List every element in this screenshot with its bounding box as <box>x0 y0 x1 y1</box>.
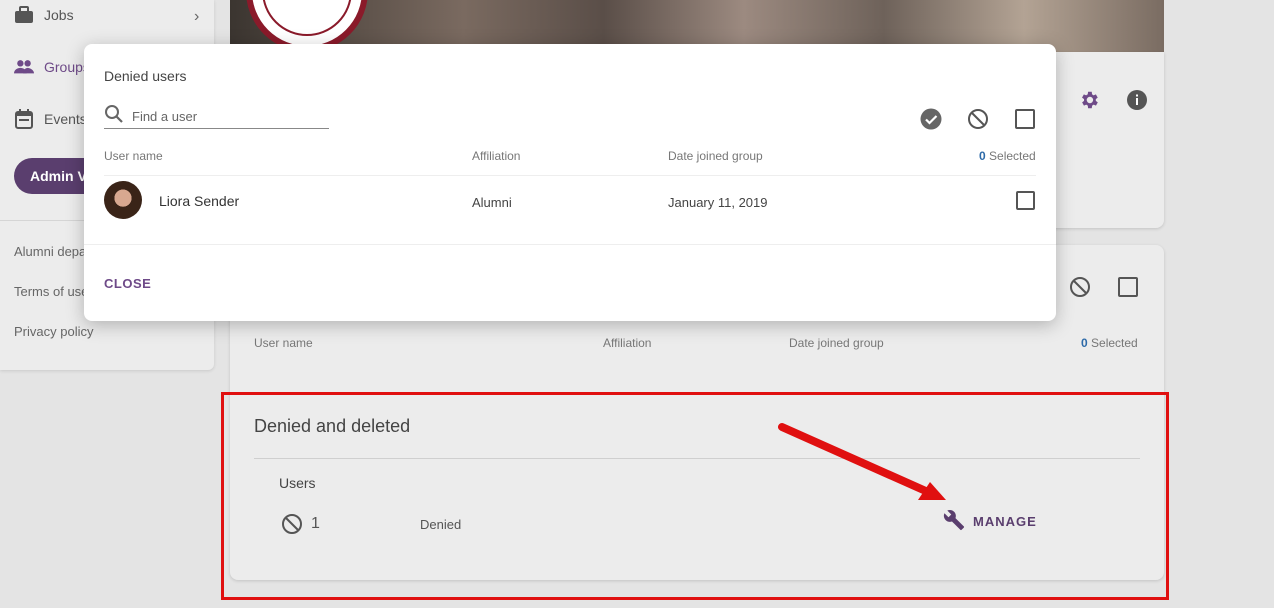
user-date-joined: January 11, 2019 <box>668 195 768 210</box>
select-all-checkbox[interactable] <box>1014 108 1036 130</box>
header-divider <box>104 175 1036 176</box>
column-header-date-joined: Date joined group <box>668 149 763 163</box>
deny-icon[interactable] <box>967 108 989 130</box>
close-button[interactable]: CLOSE <box>104 276 151 291</box>
search-field[interactable] <box>104 105 329 129</box>
user-name[interactable]: Liora Sender <box>159 193 239 209</box>
column-header-affiliation: Affiliation <box>472 149 521 163</box>
highlight-box <box>221 392 1169 600</box>
row-checkbox[interactable] <box>1016 191 1035 210</box>
column-header-user-name: User name <box>104 149 163 163</box>
search-input[interactable] <box>132 109 312 124</box>
denied-users-dialog: Denied users User name Affiliation Date … <box>84 44 1056 321</box>
search-icon <box>104 104 124 129</box>
approve-icon[interactable] <box>920 108 942 130</box>
user-affiliation: Alumni <box>472 195 512 210</box>
footer-divider <box>84 244 1056 245</box>
selected-count: 0 Selected <box>979 149 1036 163</box>
avatar <box>104 181 142 219</box>
dialog-title: Denied users <box>104 68 187 84</box>
